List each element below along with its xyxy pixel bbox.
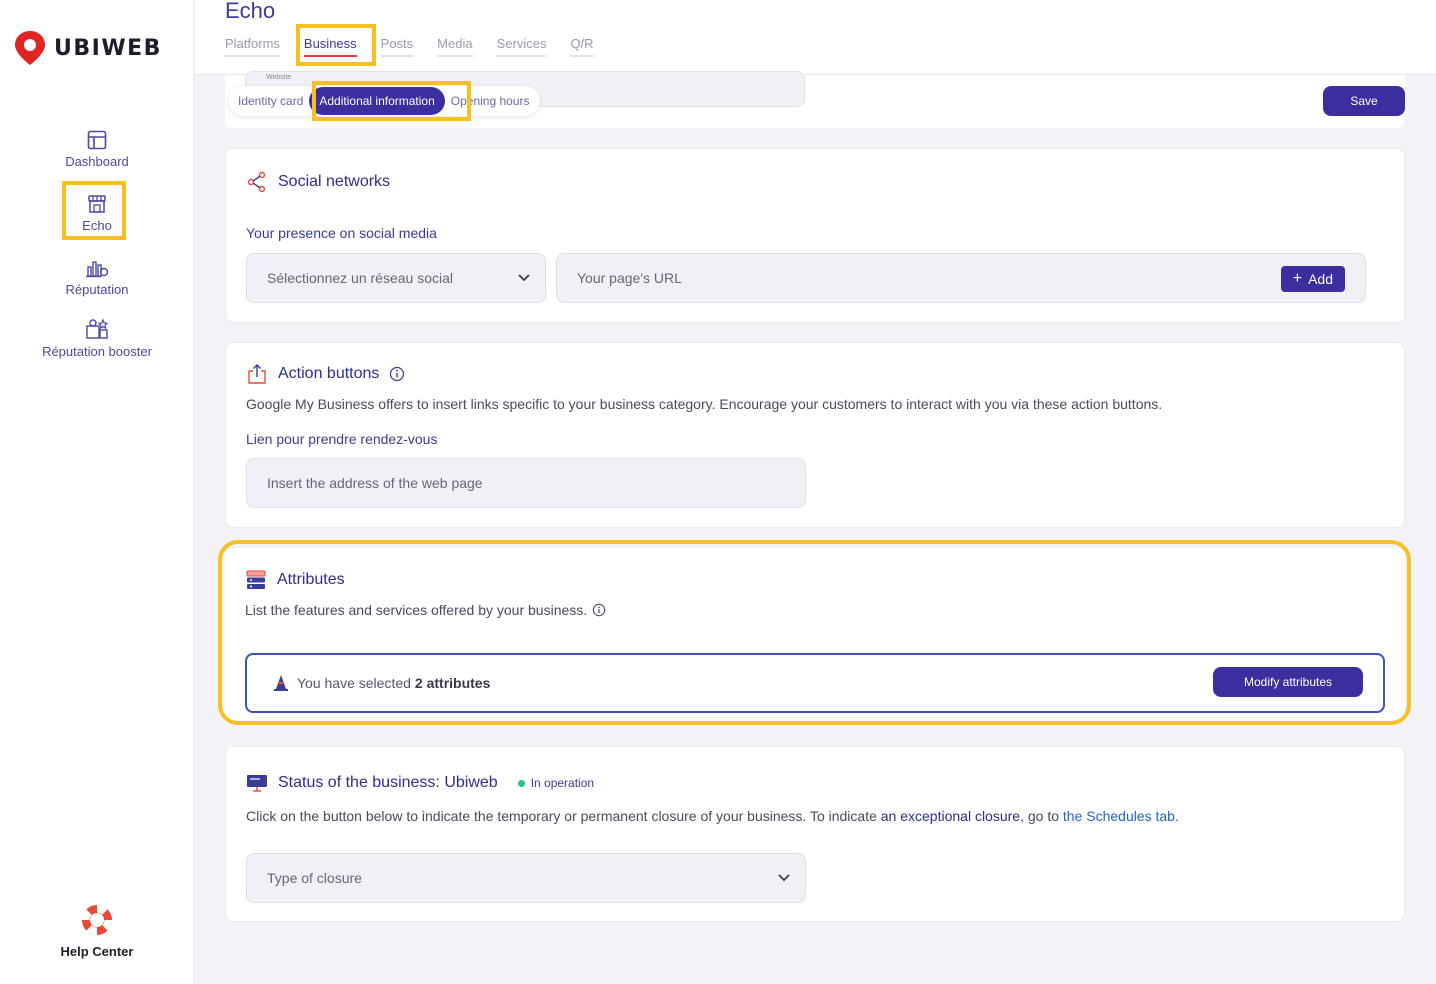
add-label: Add <box>1308 271 1333 287</box>
card-title: Action buttons <box>278 365 380 382</box>
card-title: Social networks <box>278 173 391 190</box>
action-buttons-title-row: Action buttons <box>246 363 405 385</box>
info-icon[interactable] <box>389 366 405 382</box>
sidebar: UBIWEB Dashboard Echo Réputation Réputat… <box>0 0 194 984</box>
sidebar-item-reputation-booster[interactable]: Réputation booster <box>0 318 194 359</box>
sidebar-item-label: Réputation booster <box>42 344 152 359</box>
highlight-box-business <box>296 24 376 66</box>
brand-logo[interactable]: UBIWEB <box>14 30 162 66</box>
tab-platforms[interactable]: Platforms <box>225 36 280 57</box>
brand-name: UBIWEB <box>54 35 162 61</box>
save-button[interactable]: Save <box>1323 86 1405 116</box>
website-field-label: Website <box>266 74 292 81</box>
chevron-down-icon <box>518 274 530 282</box>
page-url-input[interactable]: Your page's URL + Add <box>556 253 1366 303</box>
sidebar-item-reputation[interactable]: Réputation <box>0 256 194 297</box>
social-subtitle: Your presence on social media <box>246 225 437 241</box>
business-status-card: Status of the business: Ubiweb In operat… <box>225 746 1405 922</box>
location-pin-icon <box>15 31 45 65</box>
status-badge: In operation <box>517 776 595 790</box>
add-social-button[interactable]: + Add <box>1280 266 1345 292</box>
plus-icon: + <box>1292 270 1303 287</box>
social-networks-title-row: Social networks <box>246 171 390 193</box>
chevron-down-icon <box>778 874 790 882</box>
main-tabs: Platforms Business Posts Media Services … <box>225 36 594 57</box>
tab-media[interactable]: Media <box>437 36 473 57</box>
status-title-row: Status of the business: Ubiweb In operat… <box>246 773 594 793</box>
help-center-link[interactable]: Help Center <box>0 902 194 959</box>
highlight-box-additional-info <box>312 81 471 121</box>
share-icon <box>247 171 266 193</box>
status-badge-label: In operation <box>530 776 595 790</box>
booster-icon <box>86 318 109 339</box>
tab-services[interactable]: Services <box>496 36 547 57</box>
monitor-icon <box>247 775 267 792</box>
sidebar-item-dashboard[interactable]: Dashboard <box>0 130 194 169</box>
schedules-tab-link[interactable]: the Schedules tab. <box>1063 808 1179 824</box>
page-header: Echo Platforms Business Posts Media Serv… <box>195 0 1436 75</box>
closure-placeholder: Type of closure <box>267 870 362 886</box>
subtab-identity-card[interactable]: Identity card <box>232 88 309 114</box>
card-title: Status of the business: Ubiweb <box>278 774 498 791</box>
tab-posts[interactable]: Posts <box>380 36 414 57</box>
exceptional-closure-link[interactable]: an exceptional closure <box>881 808 1020 824</box>
action-buttons-description: Google My Business offers to insert link… <box>246 396 1163 412</box>
select-placeholder: Sélectionnez un réseau social <box>267 270 454 286</box>
status-desc-text: Click on the button below to indicate th… <box>246 808 881 824</box>
reputation-icon <box>86 261 109 278</box>
social-network-select[interactable]: Sélectionnez un réseau social <box>246 253 546 303</box>
closure-type-select[interactable]: Type of closure <box>246 853 806 903</box>
sidebar-item-label: Dashboard <box>65 154 129 169</box>
social-networks-card: Social networks Your presence on social … <box>225 148 1405 323</box>
page-title: Echo <box>225 0 276 23</box>
status-desc-text-2: , go to <box>1020 808 1063 824</box>
url-placeholder: Your page's URL <box>577 270 682 286</box>
appointment-link-label: Lien pour prendre rendez-vous <box>246 431 438 447</box>
appointment-link-input[interactable]: Insert the address of the web page <box>246 458 806 508</box>
status-dot-icon <box>517 779 525 787</box>
action-buttons-card: Action buttons Google My Business offers… <box>225 342 1405 528</box>
highlight-box-attributes <box>218 540 1411 725</box>
upload-share-icon <box>248 364 266 384</box>
dashboard-icon <box>87 130 107 150</box>
highlight-box-echo <box>62 181 126 240</box>
sidebar-item-label: Réputation <box>65 282 129 297</box>
status-description: Click on the button below to indicate th… <box>246 808 1179 824</box>
tab-qr[interactable]: Q/R <box>570 36 594 57</box>
help-center-label: Help Center <box>60 944 134 959</box>
field-placeholder: Insert the address of the web page <box>267 475 483 491</box>
lifebuoy-icon <box>82 905 112 935</box>
